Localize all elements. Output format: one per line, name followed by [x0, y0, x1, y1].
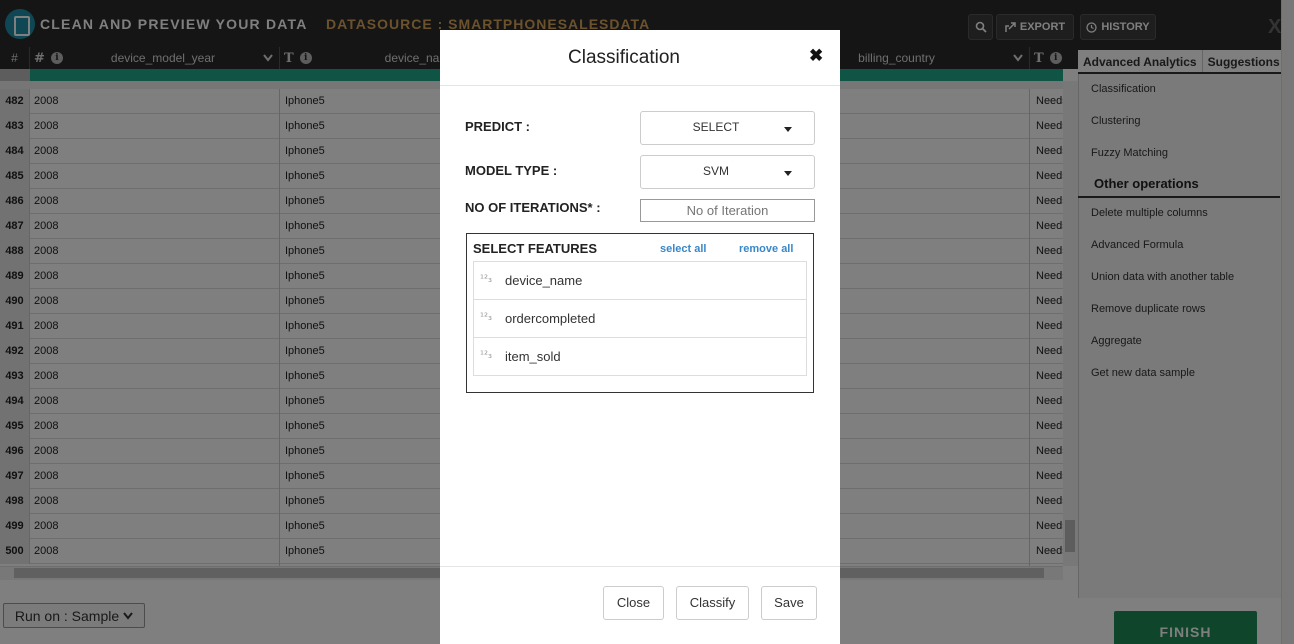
- feature-label: device_name: [505, 273, 583, 288]
- numeric-type-icon: ¹²₃: [480, 350, 493, 361]
- select-all-link[interactable]: select all: [660, 243, 706, 255]
- caret-down-icon: [784, 127, 792, 132]
- close-button[interactable]: Close: [603, 586, 664, 620]
- numeric-type-icon: ¹²₃: [480, 312, 493, 323]
- dialog-header-divider: [440, 85, 840, 86]
- numeric-type-icon: ¹²₃: [480, 274, 493, 285]
- iterations-input[interactable]: [640, 199, 815, 222]
- classify-button[interactable]: Classify: [676, 586, 749, 620]
- caret-down-icon: [784, 171, 792, 176]
- feature-item-ordercompleted[interactable]: ¹²₃ ordercompleted: [473, 300, 807, 338]
- predict-value: SELECT: [692, 120, 740, 134]
- dialog-footer-divider: [440, 566, 840, 567]
- dialog-title: Classification: [568, 47, 680, 68]
- predict-select[interactable]: SELECT: [640, 111, 815, 145]
- select-features-panel: SELECT FEATURES select all remove all ¹²…: [466, 233, 814, 393]
- model-type-select[interactable]: SVM: [640, 155, 815, 189]
- feature-label: item_sold: [505, 349, 561, 364]
- close-icon[interactable]: ✖: [809, 46, 823, 66]
- feature-item-item-sold[interactable]: ¹²₃ item_sold: [473, 338, 807, 376]
- classification-dialog: Classification ✖ PREDICT : SELECT MODEL …: [440, 30, 840, 644]
- feature-item-device-name[interactable]: ¹²₃ device_name: [473, 262, 807, 300]
- iterations-label: NO OF ITERATIONS* :: [465, 200, 601, 215]
- remove-all-link[interactable]: remove all: [739, 243, 793, 255]
- model-type-label: MODEL TYPE :: [465, 163, 558, 178]
- model-type-value: SVM: [702, 164, 729, 178]
- feature-label: ordercompleted: [505, 311, 596, 326]
- save-button[interactable]: Save: [761, 586, 817, 620]
- features-title: SELECT FEATURES: [473, 241, 597, 256]
- features-list[interactable]: ¹²₃ device_name ¹²₃ ordercompleted ¹²₃ i…: [473, 261, 807, 379]
- predict-label: PREDICT :: [465, 119, 530, 134]
